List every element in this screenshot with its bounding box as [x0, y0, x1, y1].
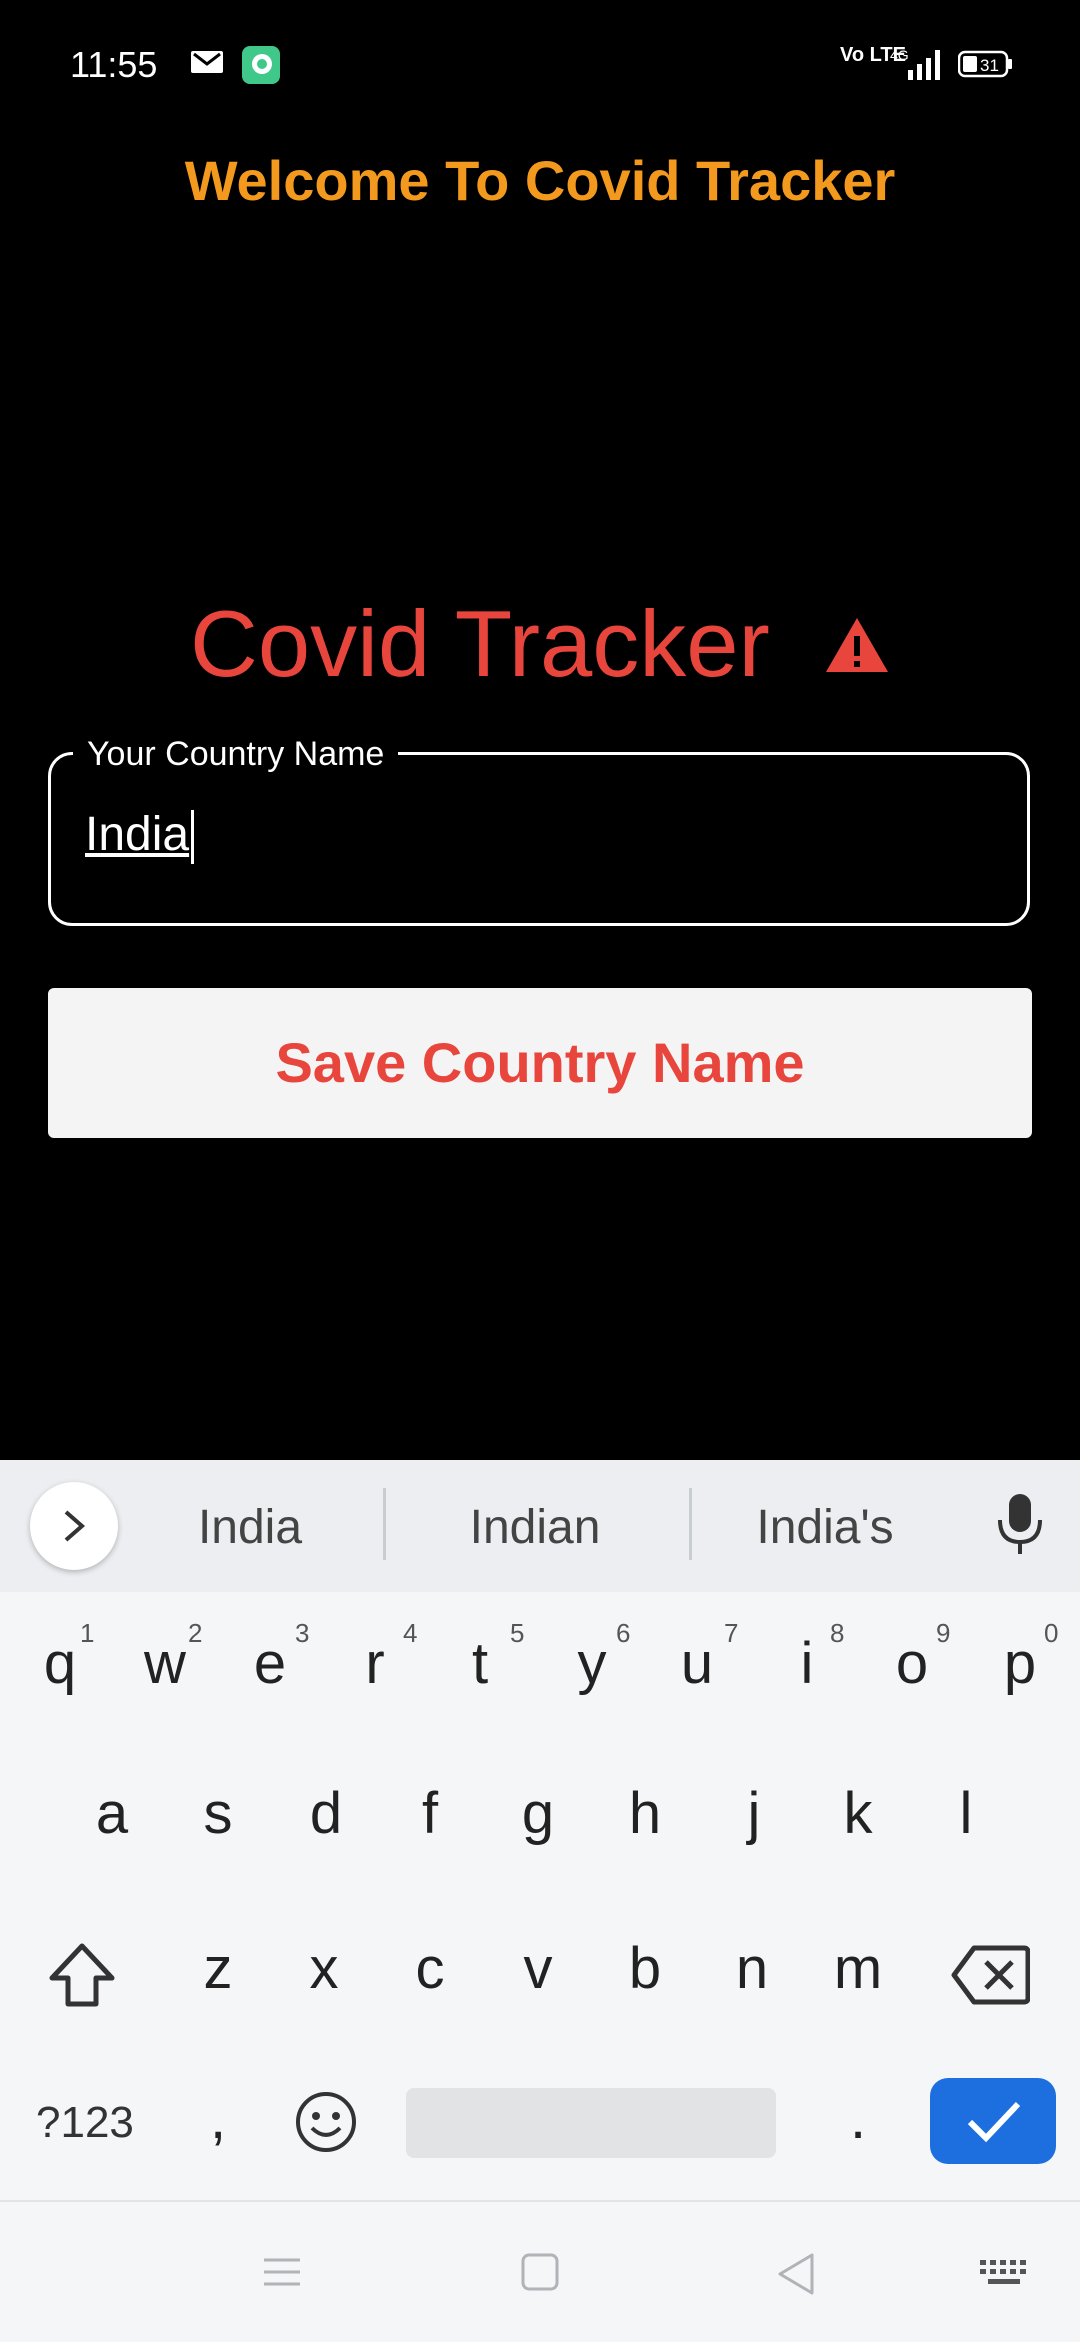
key-hint: 3	[295, 1618, 310, 1648]
text-caret	[191, 810, 195, 865]
hero-title: Covid Tracker	[190, 591, 770, 696]
key-f[interactable]: f	[380, 1780, 480, 1847]
signal-icon: 4G	[888, 46, 944, 87]
backspace-icon	[951, 1945, 1031, 2005]
emoji-icon	[296, 2092, 356, 2152]
checkmark-icon	[967, 2101, 1021, 2143]
keyboard-hide-icon[interactable]	[978, 2258, 1030, 2295]
key-hint: 7	[724, 1618, 739, 1648]
key-c[interactable]: c	[380, 1935, 480, 2002]
key-l[interactable]: l	[916, 1780, 1016, 1847]
key-s[interactable]: s	[168, 1780, 268, 1847]
hero-heading: Covid Tracker	[0, 590, 1080, 698]
key-hint: 4	[403, 1618, 418, 1648]
space-bar[interactable]	[406, 2088, 776, 2158]
country-name-label: Your Country Name	[73, 735, 399, 774]
key-d[interactable]: d	[276, 1780, 376, 1847]
microphone-icon[interactable]	[990, 1490, 1050, 1565]
warning-icon	[825, 618, 888, 673]
key-hint: 8	[830, 1618, 845, 1648]
key-hint: 0	[1044, 1618, 1059, 1648]
key-x[interactable]: x	[274, 1935, 374, 2002]
country-name-value: India	[85, 808, 190, 861]
suggestion-1[interactable]: India	[170, 1500, 330, 1555]
comma-key[interactable]: ,	[168, 2085, 268, 2152]
gmail-icon	[190, 48, 224, 81]
key-hint: 5	[510, 1618, 525, 1648]
suggestion-3[interactable]: India's	[730, 1500, 920, 1555]
svg-text:31: 31	[980, 56, 999, 75]
emoji-key[interactable]	[294, 2090, 358, 2165]
suggestion-divider	[383, 1488, 386, 1560]
home-icon[interactable]	[520, 2252, 560, 2297]
key-h[interactable]: h	[595, 1780, 695, 1847]
key-j[interactable]: j	[704, 1780, 804, 1847]
period-key[interactable]: .	[808, 2085, 908, 2152]
suggestion-bar: India Indian India's	[0, 1460, 1080, 1592]
battery-icon: 31	[957, 50, 1014, 83]
key-hint: 1	[80, 1618, 95, 1648]
suggestion-divider	[689, 1488, 692, 1560]
key-q[interactable]: q	[10, 1630, 110, 1697]
country-name-field[interactable]: Your Country Name India	[48, 735, 1030, 926]
key-v[interactable]: v	[488, 1935, 588, 2002]
key-hint: 6	[616, 1618, 631, 1648]
key-a[interactable]: a	[62, 1780, 162, 1847]
status-time: 11:55	[70, 44, 158, 85]
backspace-key[interactable]	[950, 1944, 1031, 2017]
app-title: Welcome To Covid Tracker	[184, 149, 896, 212]
key-m[interactable]: m	[808, 1935, 908, 2002]
svg-text:4G: 4G	[890, 47, 909, 63]
system-nav-bar	[0, 2200, 1080, 2342]
shift-key[interactable]	[46, 1940, 118, 2021]
chevron-right-icon	[64, 1510, 86, 1542]
country-name-input[interactable]: India	[85, 807, 195, 865]
expand-toolbar-button[interactable]	[30, 1482, 118, 1570]
back-icon[interactable]	[776, 2252, 816, 2301]
suggestion-2[interactable]: Indian	[440, 1500, 630, 1555]
status-bar: 11:55 Vo LTE 4G 31	[0, 0, 1080, 130]
shift-icon	[49, 1943, 115, 2007]
key-n[interactable]: n	[702, 1935, 802, 2002]
key-z[interactable]: z	[168, 1935, 268, 2002]
symbols-key[interactable]: ?123	[36, 2098, 134, 2148]
app-notification-icon	[242, 46, 280, 89]
enter-key[interactable]	[930, 2078, 1056, 2164]
key-hint: 9	[936, 1618, 951, 1648]
key-g[interactable]: g	[488, 1780, 588, 1847]
key-hint: 2	[188, 1618, 203, 1648]
key-k[interactable]: k	[808, 1780, 908, 1847]
save-country-button[interactable]: Save Country Name	[48, 988, 1032, 1138]
menu-icon[interactable]	[262, 2252, 302, 2297]
key-b[interactable]: b	[595, 1935, 695, 2002]
